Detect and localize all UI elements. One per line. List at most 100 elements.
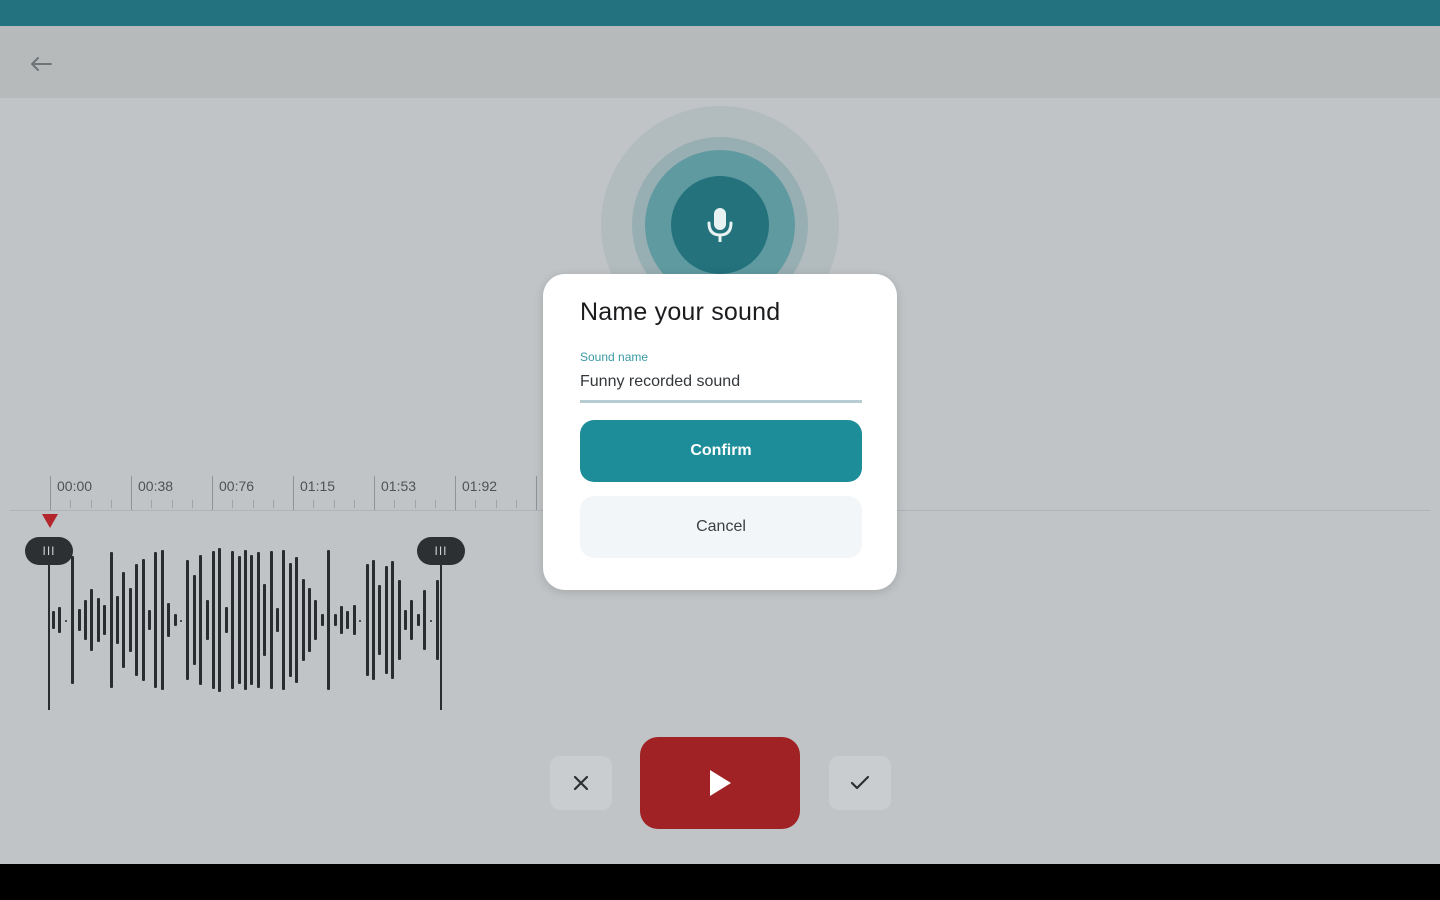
close-icon [573, 775, 589, 791]
waveform-bar [352, 605, 356, 635]
waveform-bar [77, 609, 81, 631]
waveform-bar [90, 589, 94, 651]
waveform-bar [410, 600, 414, 640]
waveform-bar [109, 552, 113, 688]
timeline-minor-tick [414, 500, 416, 508]
waveform-bar [276, 608, 279, 632]
timeline-tick [374, 476, 375, 510]
timeline-tick-label: 00:38 [138, 478, 174, 494]
timeline-minor-tick [151, 500, 153, 508]
trim-end-handle[interactable]: III [417, 537, 465, 565]
sound-name-input[interactable] [580, 364, 862, 403]
waveform-bar [423, 590, 427, 650]
waveform-silence [429, 620, 432, 622]
timeline-minor-tick [110, 500, 112, 508]
record-mic-button[interactable] [671, 176, 769, 274]
waveform-bar [340, 606, 343, 634]
microphone-icon [707, 208, 733, 242]
timeline-tick-label: 00:00 [57, 478, 93, 494]
waveform-silence [359, 620, 362, 622]
timeline-minor-tick [333, 500, 335, 508]
waveform-bar [116, 596, 119, 644]
waveform-bar [327, 550, 331, 690]
timeline-minor-tick [191, 500, 193, 508]
play-icon [710, 770, 731, 796]
waveform-bar [199, 555, 203, 685]
waveform-bar [141, 559, 145, 681]
waveform-bar [320, 614, 324, 626]
waveform-bar [96, 598, 100, 642]
waveform-bar [212, 551, 215, 689]
timeline-tick [293, 476, 294, 510]
waveform-bar [244, 550, 247, 690]
timeline-minor-tick [495, 500, 497, 508]
playhead-marker[interactable] [42, 514, 58, 528]
waveform-bar [205, 600, 209, 640]
sound-name-label: Sound name [580, 350, 649, 364]
waveform-bar [103, 605, 107, 635]
waveform-bar [224, 607, 228, 633]
accept-button[interactable] [829, 756, 891, 810]
trim-start-line [48, 540, 50, 710]
waveform-bar [128, 588, 132, 652]
waveform-silence [180, 620, 182, 622]
name-sound-dialog: Name your sound Sound name Confirm Cance… [543, 274, 897, 590]
waveform-bar [71, 556, 75, 684]
waveform-bar [314, 600, 318, 640]
timeline-minor-tick [90, 500, 92, 508]
timeline-minor-tick [313, 500, 315, 508]
waveform-bar [250, 555, 254, 685]
waveform-bar [186, 560, 190, 680]
timeline-minor-tick [475, 500, 477, 508]
timeline-tick-label: 00:76 [219, 478, 255, 494]
timeline-minor-tick [70, 500, 72, 508]
waveform-bar [58, 607, 62, 633]
waveform-silence [64, 620, 67, 622]
waveform-bar [416, 614, 420, 626]
waveform-bar [84, 600, 87, 640]
play-button[interactable] [640, 737, 800, 829]
waveform-bar [404, 610, 407, 630]
timeline-minor-tick [434, 500, 436, 508]
waveform-bar [282, 550, 286, 690]
waveform-bar [436, 580, 439, 660]
waveform-bar [135, 564, 139, 676]
timeline-tick [455, 476, 456, 510]
waveform-bar [160, 550, 164, 690]
waveform-bar [167, 603, 171, 637]
waveform-bar [391, 561, 395, 679]
waveform-bar [333, 614, 337, 626]
waveform-bar [288, 563, 292, 677]
discard-button[interactable] [550, 756, 612, 810]
waveform-bar [52, 611, 55, 629]
cancel-button[interactable]: Cancel [580, 496, 862, 558]
timeline-minor-tick [515, 500, 517, 508]
waveform-bar [173, 614, 177, 626]
trim-start-grip: III [42, 544, 56, 558]
waveform-bar [263, 584, 267, 656]
back-button[interactable] [22, 46, 60, 82]
trim-start-handle[interactable]: III [25, 537, 73, 565]
timeline-tick [50, 476, 51, 510]
waveform-bar [365, 564, 369, 676]
status-bar [0, 0, 1440, 26]
dialog-title: Name your sound [580, 298, 781, 326]
timeline-tick [131, 476, 132, 510]
waveform-bar [308, 588, 311, 652]
arrow-left-icon [31, 57, 52, 71]
timeline-minor-tick [394, 500, 396, 508]
system-nav-bar [0, 864, 1440, 900]
trim-end-line [440, 540, 442, 710]
timeline-minor-tick [171, 500, 173, 508]
timeline-minor-tick [252, 500, 254, 508]
waveform-bar [269, 551, 273, 689]
timeline-tick-label: 01:15 [300, 478, 336, 494]
confirm-button[interactable]: Confirm [580, 420, 862, 482]
waveform-bar [154, 552, 158, 688]
waveform-bar [378, 585, 382, 655]
waveform[interactable]: III III [0, 510, 560, 720]
timeline-tick-label: 01:92 [462, 478, 498, 494]
timeline-tick [536, 476, 537, 510]
timeline-tick [212, 476, 213, 510]
waveform-bar [231, 551, 235, 689]
